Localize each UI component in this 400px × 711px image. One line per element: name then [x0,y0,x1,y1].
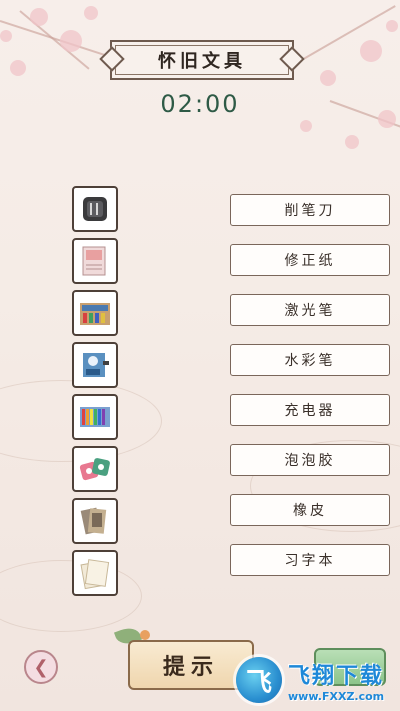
correction-paper-icon [82,246,106,276]
sharpener-icon [83,197,107,221]
page-title: 怀旧文具 [158,51,246,72]
word-card[interactable]: 水彩笔 [230,344,390,376]
word-card[interactable]: 习字本 [230,544,390,576]
cards-icon [80,507,107,535]
watermark-logo-icon: 飞 [236,657,282,703]
word-card[interactable]: 削笔刀 [230,194,390,226]
tile-watercolor-pens[interactable] [72,342,118,388]
copybook-icon [80,559,110,590]
flower-decoration-icon [140,630,150,640]
tile-bubble-gum[interactable] [72,446,118,492]
countdown-timer: 02:00 [160,90,240,118]
tile-copybook[interactable] [72,550,118,596]
bubble-gum-icon [79,458,110,481]
laser-pen-icon [80,303,110,325]
tile-correction-paper[interactable] [72,238,118,284]
word-card[interactable]: 修正纸 [230,244,390,276]
watercolor-pens-icon [80,407,110,427]
word-card[interactable]: 橡皮 [230,494,390,526]
word-card[interactable]: 充电器 [230,394,390,426]
back-button[interactable]: ❮ [24,650,58,684]
title-plate: 怀旧文具 [110,40,294,80]
watermark: 飞 飞翔下载 www.FXXZ.com [236,650,400,710]
word-card-column: 削笔刀 修正纸 激光笔 水彩笔 充电器 泡泡胶 橡皮 习字本 [230,194,390,594]
picture-tile-column [72,186,118,602]
tile-laser-pen[interactable] [72,290,118,336]
tile-sharpener[interactable] [72,186,118,232]
chevron-left-icon: ❮ [33,656,49,678]
pencil-sharpener-machine-icon [83,353,109,377]
word-card[interactable]: 激光笔 [230,294,390,326]
watermark-url: www.FXXZ.com [288,689,385,703]
watermark-site-name: 飞翔下载 [288,663,385,689]
tile-eraser[interactable] [72,498,118,544]
word-card[interactable]: 泡泡胶 [230,444,390,476]
tile-charger[interactable] [72,394,118,440]
